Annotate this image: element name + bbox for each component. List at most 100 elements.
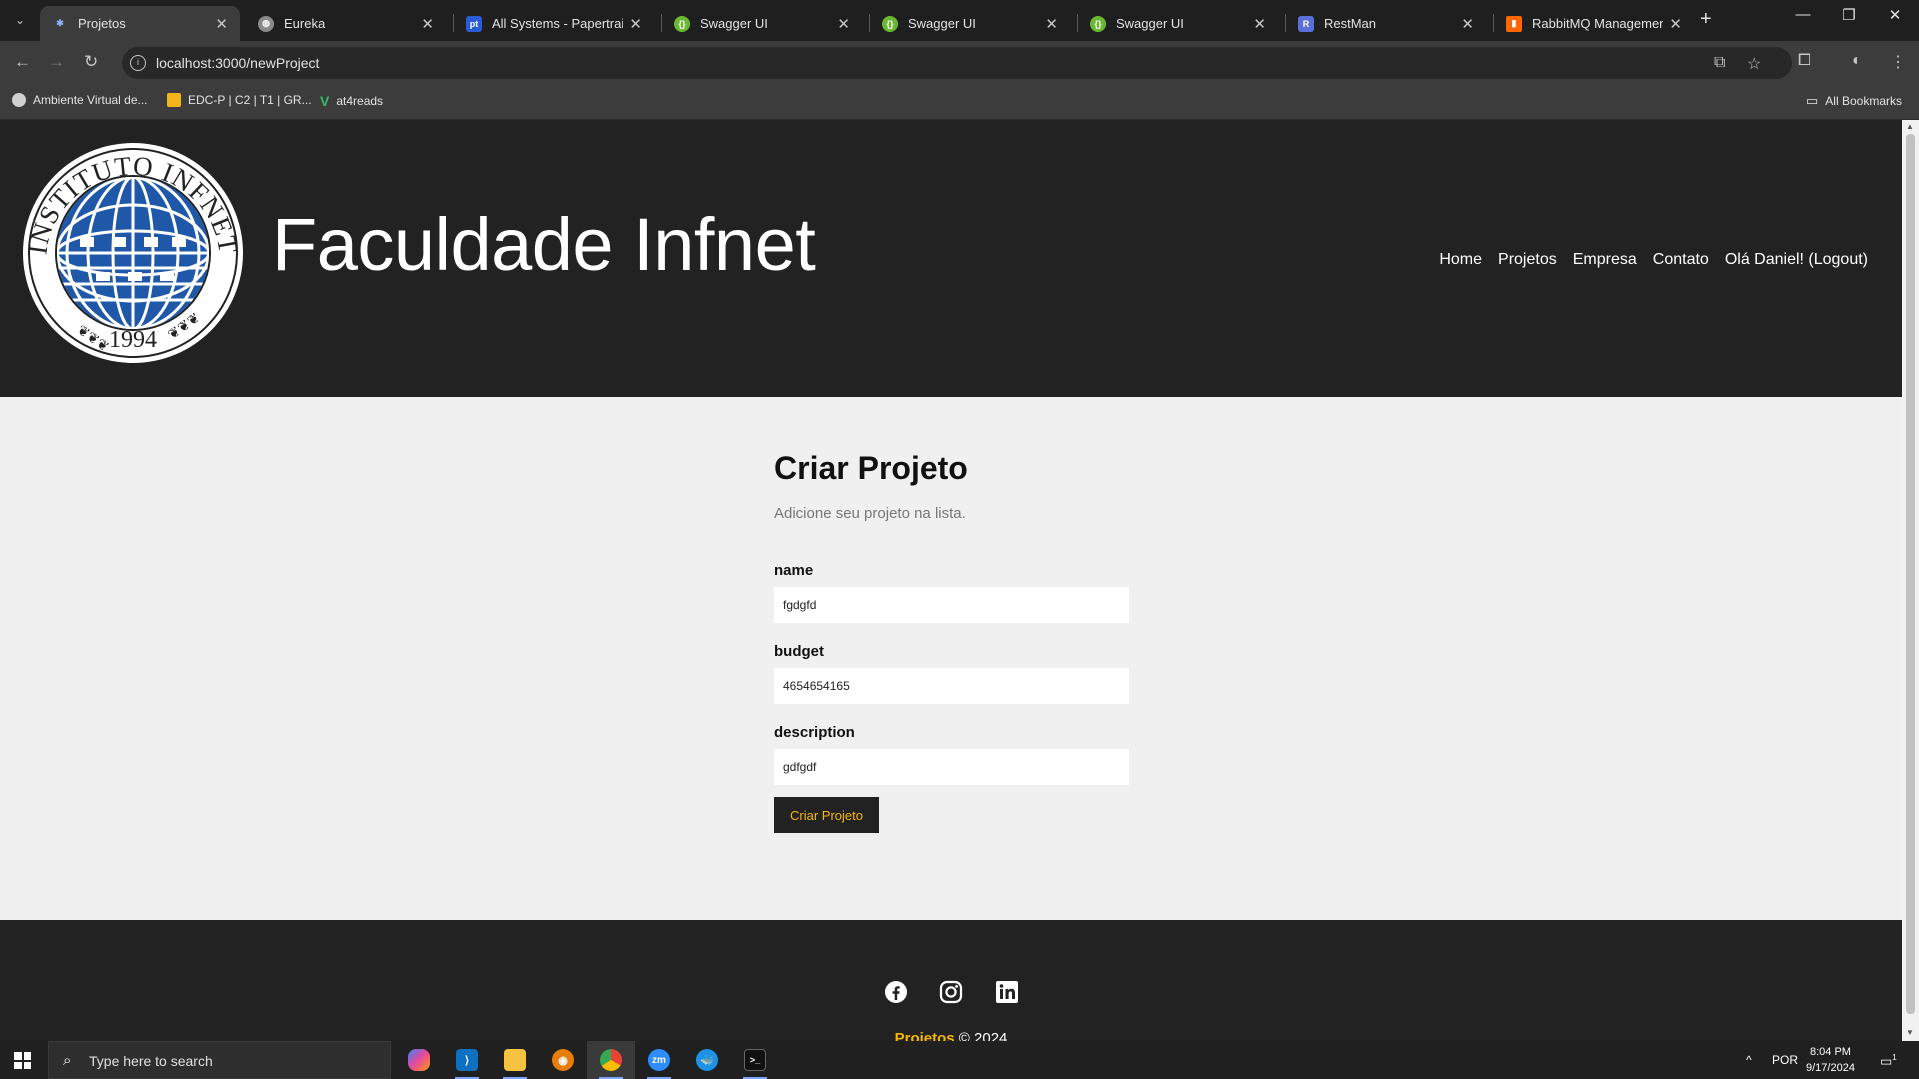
- nav-contato[interactable]: Contato: [1653, 251, 1709, 269]
- notification-icon[interactable]: ▭1: [1880, 1053, 1897, 1069]
- docker-icon: 🐳: [696, 1049, 718, 1071]
- site-footer: Projetos © 2024: [0, 920, 1902, 1041]
- swagger-icon: {}: [1090, 15, 1106, 32]
- address-bar[interactable]: i localhost:3000/newProject ⧉ ☆: [122, 47, 1792, 79]
- create-project-button[interactable]: Criar Projeto: [774, 797, 879, 833]
- description-label: description: [774, 724, 855, 741]
- copyright: Projetos © 2024: [0, 1030, 1902, 1041]
- scroll-down-icon[interactable]: ▼: [1906, 1028, 1914, 1037]
- bookmark-edc[interactable]: EDC-P | C2 | T1 | GR...: [167, 93, 312, 107]
- globe-icon: [12, 93, 26, 107]
- tab-restman[interactable]: R RestMan ✕: [1286, 6, 1486, 41]
- linkedin-icon[interactable]: [995, 980, 1019, 1004]
- minimize-icon[interactable]: —: [1780, 6, 1826, 23]
- windows-taskbar: ⌕ Type here to search ⟩ ◉ zm 🐳 >_ ^ POR …: [0, 1041, 1919, 1079]
- folder-icon: [504, 1049, 526, 1071]
- folder-icon: ▭: [1806, 93, 1819, 108]
- docker-app[interactable]: 🐳: [683, 1041, 731, 1079]
- new-tab-button[interactable]: +: [1700, 8, 1712, 31]
- name-input[interactable]: [774, 587, 1129, 623]
- nav-empresa[interactable]: Empresa: [1573, 251, 1637, 269]
- zoom-icon: zm: [648, 1049, 670, 1071]
- close-icon[interactable]: ✕: [421, 15, 434, 33]
- name-label: name: [774, 562, 814, 579]
- close-icon[interactable]: ✕: [1253, 15, 1266, 33]
- papertrail-icon: pt: [466, 15, 482, 32]
- bookmark-ambiente-virtual[interactable]: Ambiente Virtual de...: [12, 93, 148, 107]
- tab-search-button[interactable]: ⌄: [8, 9, 32, 31]
- bookmark-star-icon[interactable]: ☆: [1747, 54, 1761, 74]
- nav-home[interactable]: Home: [1439, 251, 1482, 269]
- close-icon[interactable]: ✕: [215, 15, 228, 33]
- close-icon[interactable]: ✕: [1669, 15, 1682, 33]
- drive-icon: [167, 93, 181, 107]
- tab-papertrail[interactable]: pt All Systems - Papertrail ✕: [454, 6, 654, 41]
- facebook-icon[interactable]: [884, 980, 908, 1004]
- taskbar-search[interactable]: ⌕ Type here to search: [48, 1041, 391, 1079]
- page-title: Criar Projeto: [774, 450, 968, 486]
- nav-projetos[interactable]: Projetos: [1498, 251, 1557, 269]
- swagger-icon: {}: [882, 15, 898, 32]
- tab-swagger-2[interactable]: {} Swagger UI ✕: [870, 6, 1070, 41]
- site-info-icon[interactable]: i: [130, 55, 146, 71]
- close-icon[interactable]: ✕: [1045, 15, 1058, 33]
- tab-rabbitmq[interactable]: ▮ RabbitMQ Management ✕: [1494, 6, 1694, 41]
- scroll-thumb[interactable]: [1906, 134, 1915, 1014]
- restore-icon[interactable]: ❐: [1826, 6, 1872, 24]
- budget-input[interactable]: [774, 668, 1129, 704]
- vue-icon: V: [320, 93, 330, 109]
- clock-date: 9/17/2024: [1806, 1062, 1855, 1074]
- menu-icon[interactable]: ⋮: [1890, 52, 1906, 72]
- nav-logout[interactable]: Olá Daniel! (Logout): [1725, 251, 1868, 269]
- profile-avatar[interactable]: ◐: [1852, 52, 1862, 70]
- reload-icon[interactable]: ↻: [84, 52, 98, 72]
- blender-icon: ◉: [552, 1049, 574, 1071]
- chrome-icon: [600, 1049, 622, 1071]
- tab-swagger-3[interactable]: {} Swagger UI ✕: [1078, 6, 1278, 41]
- react-icon: ✱: [56, 18, 64, 28]
- tray-chevron-icon[interactable]: ^: [1746, 1053, 1752, 1067]
- scroll-up-icon[interactable]: ▲: [1906, 122, 1914, 131]
- tab-swagger-1[interactable]: {} Swagger UI ✕: [662, 6, 862, 41]
- search-icon: ⌕: [63, 1052, 72, 1069]
- chrome-app[interactable]: [587, 1041, 635, 1079]
- restman-icon: R: [1298, 15, 1314, 32]
- extensions-icon[interactable]: ⧠: [1798, 52, 1811, 70]
- main-nav: Home Projetos Empresa Contato Olá Daniel…: [1439, 251, 1868, 269]
- svg-text:1994: 1994: [109, 327, 157, 353]
- url-text: localhost:3000/newProject: [156, 55, 320, 71]
- forward-icon[interactable]: →: [48, 52, 65, 72]
- description-input[interactable]: [774, 749, 1129, 785]
- browser-tab-bar: ⌄ ✱ Projetos ✕ ◍ Eureka ✕ pt All Systems…: [0, 0, 1919, 41]
- close-icon[interactable]: ✕: [837, 15, 850, 33]
- blender-app[interactable]: ◉: [539, 1041, 587, 1079]
- bookmark-at4reads[interactable]: V at4reads: [320, 93, 383, 109]
- browser-toolbar: ← → ↻ i localhost:3000/newProject ⧉ ☆: [0, 41, 1919, 84]
- tab-projetos[interactable]: ✱ Projetos ✕: [40, 6, 240, 41]
- language-indicator[interactable]: POR: [1772, 1053, 1798, 1067]
- copyright-text: © 2024: [958, 1030, 1008, 1041]
- close-icon[interactable]: ✕: [629, 15, 642, 33]
- zoom-app[interactable]: zm: [635, 1041, 683, 1079]
- web-page: INSTITUTO INFNET 1994 ❦❦❦ ❦❦❦ Faculdade …: [0, 120, 1902, 1041]
- tab-eureka[interactable]: ◍ Eureka ✕: [246, 6, 446, 41]
- budget-label: budget: [774, 643, 824, 660]
- system-clock[interactable]: 8:04 PM 9/17/2024: [1806, 1044, 1855, 1076]
- site-title: Faculdade Infnet: [272, 203, 816, 286]
- terminal-app[interactable]: >_: [731, 1041, 779, 1079]
- copilot-icon: [408, 1049, 430, 1071]
- copilot-app[interactable]: [395, 1041, 443, 1079]
- back-icon[interactable]: ←: [14, 52, 31, 72]
- windows-start-icon[interactable]: [14, 1052, 31, 1069]
- bookmarks-bar: Ambiente Virtual de... EDC-P | C2 | T1 |…: [0, 84, 1919, 120]
- close-window-icon[interactable]: ✕: [1872, 6, 1918, 24]
- instagram-icon[interactable]: [939, 980, 963, 1004]
- vscode-app[interactable]: ⟩: [443, 1041, 491, 1079]
- close-icon[interactable]: ✕: [1461, 15, 1474, 33]
- footer-brand[interactable]: Projetos: [895, 1030, 955, 1041]
- infnet-logo[interactable]: INSTITUTO INFNET 1994 ❦❦❦ ❦❦❦: [22, 142, 244, 364]
- page-scrollbar[interactable]: ▲ ▼: [1902, 120, 1919, 1041]
- all-bookmarks[interactable]: ▭ All Bookmarks: [1806, 93, 1902, 109]
- file-explorer-app[interactable]: [491, 1041, 539, 1079]
- install-app-icon[interactable]: ⧉: [1714, 54, 1725, 72]
